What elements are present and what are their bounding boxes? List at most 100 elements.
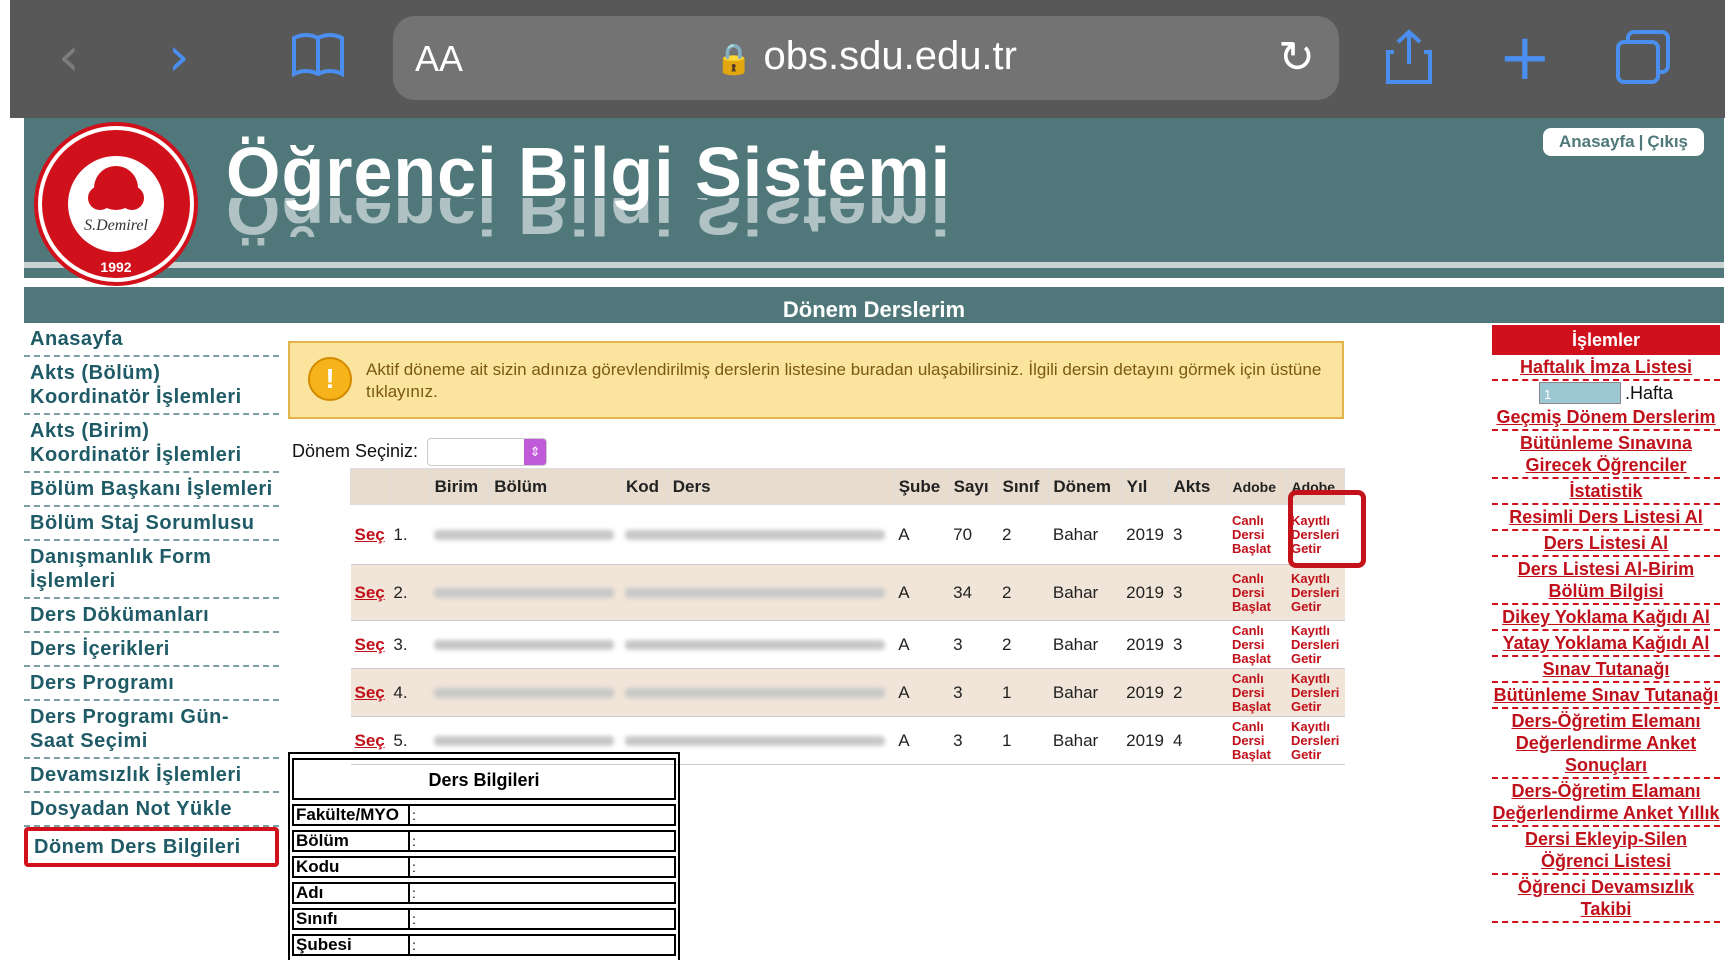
warning-icon: !	[308, 357, 352, 401]
new-tab-icon[interactable]: +	[1498, 26, 1552, 90]
menu-akts-bolum[interactable]: Akts (Bölüm) Koordinatör İşlemleri	[24, 357, 279, 415]
col-header-donem: Dönem	[1048, 468, 1123, 505]
link-makeup-exam-report[interactable]: Bütünleme Sınav Tutanağı	[1492, 683, 1720, 709]
menu-danismanlik[interactable]: Danışmanlık Form İşlemleri	[24, 541, 279, 599]
info-value: :	[410, 934, 676, 956]
recorded-lessons-link[interactable]: Kayıtlı Dersleri Getir	[1286, 716, 1345, 765]
live-word-2: Dersi	[1231, 732, 1265, 748]
cell-sinif: 1	[997, 668, 1049, 717]
week-input[interactable]: 1	[1538, 382, 1621, 404]
link-photo-list[interactable]: Resimli Ders Listesi Al	[1492, 505, 1720, 531]
link-course-list-unit[interactable]: Ders Listesi Al-Birim Bölüm Bilgisi	[1492, 557, 1720, 605]
table-row[interactable]: Seç 2. A 34 2 Bahar 2019 3 Canlı Dersi Baş…	[350, 564, 1345, 621]
term-select-label: Dönem Seçiniz:	[292, 440, 419, 461]
browser-toolbar: ‹ › AA 🔒 obs.sdu.edu.tr ↻ +	[0, 0, 1725, 960]
term-select[interactable]: ⇕	[427, 438, 548, 466]
menu-bolum-staj[interactable]: Bölüm Staj Sorumlusu	[24, 507, 279, 541]
cell-akts: 4	[1168, 716, 1228, 765]
redacted-course	[621, 564, 895, 621]
table-row[interactable]: Seç 4. A 3 1 Bahar 2019 2 Canlı Dersi Başl…	[350, 668, 1345, 717]
info-label: Şubesi	[292, 934, 410, 956]
menu-bolum-baskani[interactable]: Bölüm Başkanı İşlemleri	[24, 473, 279, 507]
bookmarks-icon[interactable]	[290, 30, 346, 87]
logout-link[interactable]: Çıkış	[1643, 132, 1692, 151]
live-word-3: Başlat	[1231, 598, 1271, 614]
link-evaluation-yearly[interactable]: Ders-Öğretim Elamanı Değerlendirme Anket…	[1492, 779, 1720, 827]
info-value: :	[410, 882, 676, 904]
menu-devamsizlik[interactable]: Devamsızlık İşlemleri	[24, 759, 279, 793]
menu-dosyadan-not[interactable]: Dosyadan Not Yükle	[24, 793, 279, 827]
share-icon[interactable]	[1384, 28, 1434, 89]
select-link[interactable]: Seç	[350, 668, 390, 717]
live-word-1: Canlı	[1231, 512, 1264, 528]
info-row: Sınıfı:	[292, 908, 676, 930]
year: 2019	[1126, 524, 1164, 544]
link-course-list[interactable]: Ders Listesi Al	[1492, 531, 1720, 557]
link-weekly-signature[interactable]: Haftalık İmza Listesi	[1492, 355, 1720, 381]
select-arrows-icon: ⇕	[524, 439, 547, 465]
reload-icon[interactable]: ↻	[1278, 32, 1315, 83]
menu-ders-programi-gun-saat[interactable]: Ders Programı Gün-Saat Seçimi	[24, 701, 279, 759]
info-label: Fakülte/MYO	[292, 804, 410, 826]
live-lesson-link[interactable]: Canlı Dersi Başlat	[1227, 716, 1287, 765]
cell-sube: A	[894, 504, 950, 565]
select-link[interactable]: Seç	[350, 564, 390, 621]
link-past-term[interactable]: Geçmiş Dönem Derslerim	[1492, 405, 1720, 431]
menu-anasayfa[interactable]: Anasayfa	[24, 323, 279, 357]
address-bar[interactable]: AA 🔒 obs.sdu.edu.tr ↻	[393, 16, 1339, 100]
back-icon[interactable]: ‹	[58, 30, 80, 84]
rec-word-1: Kayıtlı	[1290, 570, 1330, 586]
menu-ders-programi[interactable]: Ders Programı	[24, 667, 279, 701]
left-menu: Anasayfa Akts (Bölüm) Koordinatör İşleml…	[24, 323, 279, 867]
link-add-drop-list[interactable]: Dersi Ekleyip-Silen Öğrenci Listesi	[1492, 827, 1720, 875]
redacted-course	[621, 668, 895, 717]
table-row[interactable]: Seç 1. A 70 2 Bahar 2019 3 Canlı Dersi Baş…	[350, 504, 1345, 565]
link-evaluation-results[interactable]: Ders-Öğretim Elemanı Değerlendirme Anket…	[1492, 709, 1720, 779]
link-makeup-students[interactable]: Bütünleme Sınavına Girecek Öğrenciler	[1492, 431, 1720, 479]
info-row: Kodu:	[292, 856, 676, 878]
forward-icon[interactable]: ›	[168, 30, 190, 84]
courses-table: Birim Bölüm Kod Ders Şube Sayı Sınıf Dön…	[350, 468, 1345, 765]
link-exam-report[interactable]: Sınav Tutanağı	[1492, 657, 1720, 683]
select-link[interactable]: Seç	[350, 620, 390, 669]
row-number: 3.	[389, 620, 431, 669]
menu-donem-ders-bilgileri[interactable]: Dönem Ders Bilgileri	[24, 827, 279, 867]
cell-sube: A	[894, 716, 950, 765]
live-lesson-link[interactable]: Canlı Dersi Başlat	[1227, 620, 1287, 669]
recorded-lessons-link[interactable]: Kayıtlı Dersleri Getir	[1286, 668, 1345, 717]
live-lesson-link[interactable]: Canlı Dersi Başlat	[1227, 668, 1287, 717]
col-header-birim: Birim	[429, 468, 491, 505]
live-word-2: Dersi	[1231, 526, 1265, 542]
cell-sube: A	[894, 564, 950, 621]
cell-donem: Bahar	[1048, 564, 1123, 621]
tabs-icon[interactable]	[1614, 28, 1672, 89]
cell-yil: 2019	[1122, 620, 1169, 669]
header-divider	[24, 262, 1724, 268]
col-header-sayi: Sayı	[948, 468, 999, 505]
col-header-kod: Kod	[620, 468, 669, 505]
link-horizontal-attendance[interactable]: Yatay Yoklama Kağıdı Al	[1492, 631, 1720, 657]
cell-sinif: 2	[997, 620, 1049, 669]
live-lesson-link[interactable]: Canlı Dersi Başlat	[1227, 504, 1287, 565]
cell-akts: 3	[1168, 564, 1228, 621]
select-link[interactable]: Seç	[350, 504, 390, 565]
home-link[interactable]: Anasayfa	[1555, 132, 1639, 151]
table-row[interactable]: Seç 3. A 3 2 Bahar 2019 3 Canlı Dersi Başl…	[350, 620, 1345, 669]
recorded-lessons-link[interactable]: Kayıtlı Dersleri Getir	[1286, 564, 1345, 621]
cell-sinif: 2	[997, 564, 1049, 621]
cell-sinif: 1	[997, 716, 1049, 765]
link-absence-tracking[interactable]: Öğrenci Devamsızlık Takibi	[1492, 875, 1720, 923]
recorded-lessons-link[interactable]: Kayıtlı Dersleri Getir	[1286, 620, 1345, 669]
info-alert: ! Aktif döneme ait sizin adınıza görevle…	[288, 341, 1344, 419]
menu-ders-icerikleri[interactable]: Ders İçerikleri	[24, 633, 279, 667]
menu-akts-birim[interactable]: Akts (Birim) Koordinatör İşlemleri	[24, 415, 279, 473]
redacted-unit	[430, 620, 622, 669]
term-select-row: Dönem Seçiniz: ⇕	[292, 438, 548, 466]
live-lesson-link[interactable]: Canlı Dersi Başlat	[1227, 564, 1287, 621]
menu-ders-dokumanlari[interactable]: Ders Dökümanları	[24, 599, 279, 633]
link-statistics[interactable]: İstatistik	[1492, 479, 1720, 505]
link-vertical-attendance[interactable]: Dikey Yoklama Kağıdı Al	[1492, 605, 1720, 631]
cell-sayi: 70	[949, 504, 998, 565]
screen: ‹ › AA 🔒 obs.sdu.edu.tr ↻ + Öğrenci Bilg…	[0, 0, 1725, 960]
cell-donem: Bahar	[1048, 668, 1123, 717]
